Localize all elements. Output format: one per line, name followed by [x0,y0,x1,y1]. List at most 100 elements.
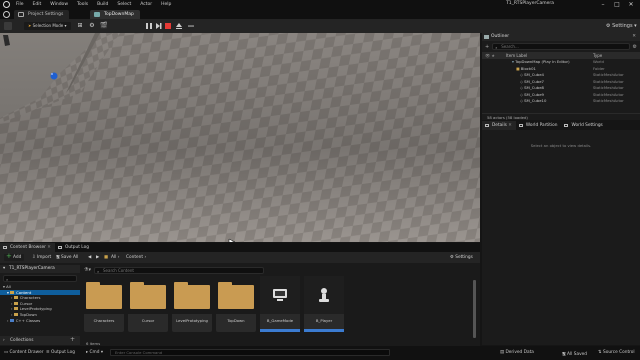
derived-data-label: Derived Data [505,350,534,355]
all-saved-button[interactable]: 🖫 All Saved [562,350,587,358]
pause-icon[interactable] [145,22,153,30]
asset-folder-characters[interactable]: Characters [84,276,124,332]
breadcrumb-content[interactable]: Content › [126,254,146,261]
asset-label: Cursor [141,318,155,323]
folder-search-input[interactable]: ⌕ [3,275,77,282]
pawn-icon [304,276,344,314]
column-type[interactable]: Type [593,52,602,59]
filter-icon[interactable]: ⚙ [633,44,637,50]
content-drawer-label: Content Drawer [9,350,44,355]
tree-item-cpp-classes[interactable]: › C++ Classes [0,318,80,324]
back-icon[interactable]: ◀ [88,254,91,261]
folder-icon [216,276,256,314]
settings-label: Settings [612,23,633,29]
tab-topdownmap[interactable]: TopDownMap [90,10,140,19]
level-icon [94,12,100,17]
content-filter-bar: ⚗▾ ⌕ Search Content [84,267,264,274]
level-viewport[interactable] [0,33,480,242]
outliner-row-label: SM_Cube8 [524,85,544,90]
asset-b-player[interactable]: B_Player [304,276,344,332]
minimize-icon[interactable]: – [596,0,610,9]
asset-folder-levelprototyping[interactable]: LevelPrototyping [172,276,212,332]
forward-icon[interactable]: ▶ [96,254,99,261]
folder-icon [13,307,18,311]
cinematics-icon[interactable]: 🎬 [100,22,108,30]
selection-mode-label: Selection Mode [32,23,64,28]
menu-edit[interactable]: Edit [33,2,42,7]
menu-window[interactable]: Window [50,2,68,7]
asset-folder-topdown[interactable]: TopDown [216,276,256,332]
cb-settings-button[interactable]: ⚙ Settings [450,254,473,261]
asset-folder-cursor[interactable]: Cursor [128,276,168,332]
tab-world-partition[interactable]: World Partition [516,121,562,130]
save-icon[interactable] [4,22,12,30]
content-drawer-button[interactable]: ▭ Content Drawer [4,350,44,355]
grid-snap-icon[interactable]: ⊞ [76,22,84,30]
eject-icon[interactable] [175,22,183,30]
tab-details-label: Details [492,123,507,128]
folder-icon [172,276,212,314]
maximize-icon[interactable]: □ [610,0,624,9]
asset-b-gamemode[interactable]: B_GameMode [260,276,300,332]
close-panel-icon[interactable]: ✕ [632,33,636,41]
menu-select[interactable]: Select [117,2,131,7]
asset-scrollbar[interactable] [473,280,476,338]
outliner-row[interactable]: ◇ SM_Cube10 StaticMeshActor [482,98,640,105]
add-button[interactable]: Add [4,253,25,261]
source-control-button[interactable]: ⇅ Source Control [598,350,635,355]
stop-icon[interactable] [164,22,172,30]
folder-icon [13,312,18,316]
tree-item-label: LevelPrototyping [19,306,52,312]
outliner-tab[interactable]: Outliner ✕ [482,33,640,41]
settings-button[interactable]: ⚙ Settings ▾ [606,22,637,30]
tab-project-settings[interactable]: Project Settings [14,10,70,19]
column-item-label[interactable]: Item Label [506,52,593,59]
menu-actor[interactable]: Actor [140,2,152,7]
menu-tools[interactable]: Tools [77,2,88,7]
tab-details[interactable]: Details ✕ [482,121,516,130]
cmd-dropdown[interactable]: ▸ Cmd ▾ [86,350,103,355]
folder-icon: ■ [104,255,109,260]
save-all-label: Save All [61,255,79,260]
outliner-header: 👁 ★ Item Label Type [482,52,640,59]
derived-data-button[interactable]: ▤ Derived Data [500,350,534,355]
close-icon[interactable]: ✕ [624,0,638,9]
tree-item-label: Content [16,289,32,295]
tab-output-log[interactable]: Output Log [55,243,93,252]
save-all-button[interactable]: 🖫 Save All [56,254,78,261]
folder-icon [13,301,18,305]
output-log-button[interactable]: ≡ Output Log [46,350,75,355]
frame-skip-icon[interactable] [155,22,163,30]
content-search-input[interactable]: ⌕ Search Content [94,267,264,274]
selection-mode-dropdown[interactable]: ➤ Selection Mode ▾ [24,22,71,30]
tab-content-browser[interactable]: Content Browser ✕ [0,243,55,252]
game-mode-icon [260,276,300,314]
all-saved-label: All Saved [567,352,587,357]
folder-tree-header[interactable]: ▾ T1_RTSPlayerCamera [0,265,80,273]
menu-help[interactable]: Help [161,2,171,7]
filter-icon[interactable]: ⚗▾ [84,267,91,274]
play-options-icon[interactable] [187,22,195,30]
blueprint-type-bar [304,329,344,332]
tab-world-settings[interactable]: World Settings [561,121,606,130]
collections-section[interactable]: › Collections [0,335,80,345]
asset-label: LevelPrototyping [176,318,208,323]
console-command-input[interactable]: Enter Console Command [110,349,390,356]
blueprint-type-bar [260,329,300,332]
breadcrumb-all[interactable]: All › [111,254,119,261]
blueprint-icon[interactable]: ⚙ [88,22,96,30]
tab-output-log-label: Output Log [65,245,89,250]
asset-label: TopDown [227,318,245,323]
menu-build[interactable]: Build [97,2,108,7]
details-tab-row: Details ✕ World Partition World Settings [482,121,640,130]
tab-topdownmap-label: TopDownMap [104,12,134,17]
import-button[interactable]: ⇩ Import [32,254,51,261]
menu-file[interactable]: File [16,2,24,7]
asset-grid: Characters Cursor LevelPrototyping TopDo… [84,276,476,338]
tree-item-label: TopDown [19,311,37,317]
world-settings-icon [564,124,569,127]
unreal-logo-icon [3,1,10,8]
add-actor-icon[interactable]: + [485,44,489,50]
outliner-search-input[interactable]: ⌕ Search... [492,43,630,50]
import-label: Import [36,255,52,260]
